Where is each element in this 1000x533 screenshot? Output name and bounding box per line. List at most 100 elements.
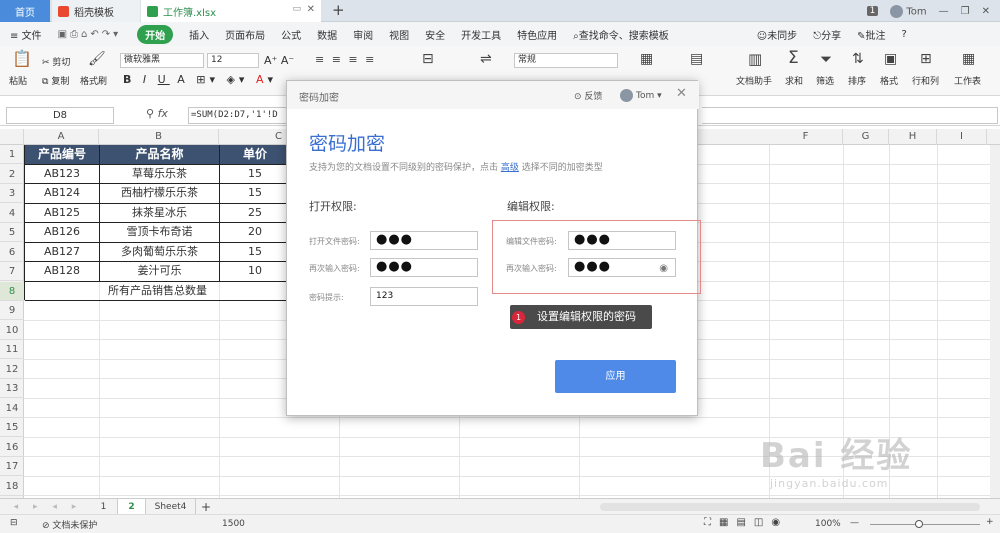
table-cell[interactable]: 15 [220, 242, 291, 262]
cut-button[interactable]: ✂ 剪切 [42, 55, 70, 68]
menu-view[interactable]: 视图 [389, 27, 409, 42]
tab-daoke-templates[interactable]: 稻壳模板 [52, 0, 140, 22]
align-icons[interactable]: ≡ ≡ ≡ ≡ [315, 53, 376, 67]
row-header[interactable]: 10 [0, 321, 24, 340]
table-cell[interactable]: AB125 [25, 203, 100, 223]
format-painter-icon[interactable]: 🖌 [88, 52, 106, 66]
table-cell[interactable]: AB128 [25, 262, 100, 282]
sum-icon[interactable]: Σ [788, 50, 799, 67]
format-button[interactable]: 格式 [880, 74, 898, 87]
sort-icon[interactable]: ⇅ [852, 52, 864, 66]
column-header[interactable]: H [889, 129, 937, 145]
row-header[interactable]: 7 [0, 262, 24, 281]
column-header[interactable]: B [99, 129, 219, 145]
table-style-icon[interactable]: ▤ [690, 52, 703, 66]
worksheet-icon[interactable]: ▦ [962, 52, 975, 66]
paste-icon[interactable]: 📋 [12, 51, 32, 67]
table-header-cell[interactable]: 产品名称 [100, 145, 220, 165]
minimize-icon[interactable]: — [939, 6, 949, 17]
doc-helper-icon[interactable]: ▥ [748, 52, 762, 67]
table-cell[interactable]: AB127 [25, 242, 100, 262]
advanced-link[interactable]: 高级 [501, 163, 519, 173]
row-header[interactable]: 9 [0, 301, 24, 320]
doc-helper-button[interactable]: 文档助手 [736, 74, 772, 87]
row-header[interactable]: 6 [0, 243, 24, 262]
formula-input[interactable]: =SUM(D2:D7,'1'!D [188, 107, 292, 124]
format-icon[interactable]: ▣ [884, 52, 897, 66]
vertical-scrollbar[interactable] [990, 145, 1000, 498]
sync-status[interactable]: ☺未同步 [757, 27, 797, 42]
zoom-out-icon[interactable]: — [850, 518, 859, 528]
total-label-cell[interactable]: 所有产品销售总数量 [25, 281, 291, 301]
table-header-cell[interactable]: 产品编号 [25, 145, 100, 165]
view-mode-icons[interactable]: ⛶▦▤◫◉ [704, 517, 788, 528]
user-account[interactable]: Tom [890, 4, 927, 18]
number-format-select[interactable]: 常规 [514, 53, 618, 68]
close-window-icon[interactable]: ✕ [982, 6, 990, 17]
row-header[interactable]: 2 [0, 165, 24, 184]
menu-review[interactable]: 审阅 [353, 27, 373, 42]
menu-page-layout[interactable]: 页面布局 [225, 27, 265, 42]
conditional-format-icon[interactable]: ▦ [640, 52, 653, 66]
tab-home[interactable]: 首页 [0, 0, 50, 22]
new-tab-plus-icon[interactable]: + [332, 1, 345, 19]
row-header[interactable]: 15 [0, 418, 24, 437]
menu-data[interactable]: 数据 [317, 27, 337, 42]
menu-formula[interactable]: 公式 [281, 27, 301, 42]
format-painter-button[interactable]: 格式刷 [80, 74, 107, 87]
tab-workbook[interactable]: 工作簿.xlsx ▭ ✕ [141, 0, 321, 22]
paste-button[interactable]: 粘贴 [9, 74, 27, 87]
table-cell[interactable]: 15 [220, 164, 291, 184]
row-header[interactable]: 3 [0, 184, 24, 203]
sort-button[interactable]: 排序 [848, 74, 866, 87]
apply-button[interactable]: 应用 [555, 360, 676, 393]
table-cell[interactable]: 抹茶星冰乐 [100, 203, 220, 223]
open-password-input[interactable]: ●●● [370, 231, 478, 250]
table-cell[interactable]: 10 [220, 262, 291, 282]
rows-cols-button[interactable]: 行和列 [912, 74, 939, 87]
menu-security[interactable]: 安全 [425, 27, 445, 42]
worksheet-button[interactable]: 工作表 [954, 74, 981, 87]
sum-button[interactable]: 求和 [785, 74, 803, 87]
zoom-slider-thumb[interactable] [915, 520, 923, 528]
zoom-slider[interactable] [870, 524, 980, 525]
zoom-in-icon[interactable]: + [986, 517, 994, 527]
row-header[interactable]: 5 [0, 223, 24, 242]
zoom-level[interactable]: 100% [815, 519, 841, 529]
help-button[interactable]: ? [902, 29, 907, 40]
status-layout-icon[interactable]: ⊟ [10, 518, 18, 528]
search-command[interactable]: ⌕查找命令、搜索模板 [573, 27, 669, 42]
font-grow-shrink-icons[interactable]: A⁺ A⁻ [264, 54, 294, 67]
formula-input-tail[interactable] [702, 107, 998, 124]
share-button[interactable]: ⎋分享 [813, 27, 841, 42]
row-header[interactable]: 14 [0, 399, 24, 418]
table-cell[interactable]: AB124 [25, 184, 100, 204]
menu-developer[interactable]: 开发工具 [461, 27, 501, 42]
sheet-tab-1[interactable]: 1 [90, 499, 118, 515]
close-tab-icon[interactable]: ✕ [307, 4, 315, 15]
row-header[interactable]: 4 [0, 204, 24, 223]
feedback-button[interactable]: ⊙ 反馈 [574, 89, 602, 102]
table-header-cell[interactable]: 单价 [220, 145, 291, 165]
rows-cols-icon[interactable]: ⊞ [920, 52, 932, 66]
row-header[interactable]: 8 [0, 281, 24, 301]
column-header[interactable]: G [843, 129, 889, 145]
copy-button[interactable]: ⧉ 复制 [42, 74, 69, 87]
font-size-select[interactable]: 12 [207, 53, 259, 68]
row-header[interactable]: 16 [0, 438, 24, 457]
filter-icon[interactable]: ⏷ [820, 52, 832, 67]
comment-button[interactable]: ✎批注 [857, 27, 885, 42]
row-header[interactable]: 12 [0, 360, 24, 379]
sheet-tab-2[interactable]: 2 [118, 499, 146, 515]
protect-status[interactable]: ⊘ 文档未保护 [42, 518, 97, 531]
sheet-tab-sheet4[interactable]: Sheet4 [146, 499, 196, 515]
formula-icons[interactable]: ⚲ fx [146, 107, 168, 120]
add-sheet-icon[interactable]: + [198, 499, 214, 515]
wrap-text-icon[interactable]: ⇌ [480, 52, 492, 66]
row-header[interactable]: 11 [0, 340, 24, 359]
table-cell[interactable]: 25 [220, 203, 291, 223]
window-count-badge[interactable]: 1 [866, 6, 879, 16]
restore-icon[interactable]: ❐ [961, 6, 970, 17]
font-style-icons[interactable]: B I U A ⊞▾ ◈▾ A▾ [123, 73, 277, 86]
menu-file[interactable]: ≡ 文件 [10, 27, 42, 42]
